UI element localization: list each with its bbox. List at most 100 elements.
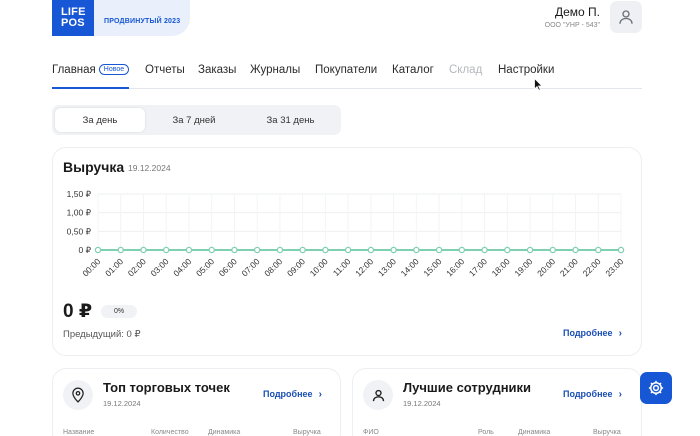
revenue-chart: 0 ₽ 0,50 ₽ 1,00 ₽ 1,50 ₽ 00:00 01:00 02:00 03:0… — [67, 189, 626, 278]
revenue-value: 0 ₽ — [63, 301, 93, 322]
y-tick-label: 1,00 ₽ — [67, 208, 92, 218]
x-tick-label: 09:00 — [285, 256, 307, 278]
x-tick-label: 10:00 — [308, 256, 330, 278]
x-tick-label: 00:00 — [80, 256, 102, 278]
data-point — [504, 246, 511, 254]
x-tick-label: 03:00 — [149, 256, 171, 278]
data-point — [231, 246, 238, 254]
tab-warehouse: Склад — [449, 64, 483, 76]
x-tick-label: 04:00 — [171, 256, 193, 278]
avatar-button[interactable] — [610, 1, 642, 33]
revenue-previous: Предыдущий: 0 ₽ — [63, 329, 141, 340]
x-tick-label: 06:00 — [217, 256, 239, 278]
header: LIFE POS ПРОДВИНУТЫЙ 2023 Демо П. ООО "У… — [0, 0, 700, 44]
x-tick-label: 12:00 — [353, 256, 375, 278]
tab-home-label: Главная — [52, 64, 96, 76]
tab-settings[interactable]: Настройки — [498, 64, 554, 76]
x-tick-label: 22:00 — [581, 256, 603, 278]
brand-block[interactable]: LIFE POS ПРОДВИНУТЫЙ 2023 — [52, 0, 190, 36]
data-point — [253, 246, 261, 254]
chevron-right-icon: › — [618, 328, 622, 339]
chevron-right-icon: › — [318, 389, 322, 400]
data-point — [299, 246, 306, 254]
data-point — [435, 246, 443, 254]
logo: LIFE POS — [52, 0, 94, 36]
data-point — [595, 246, 602, 254]
data-point — [140, 246, 147, 254]
column-header: Динамика — [208, 429, 241, 436]
data-point — [276, 246, 284, 254]
data-point — [344, 246, 352, 254]
x-tick-label: 08:00 — [262, 256, 284, 278]
data-point — [413, 246, 420, 254]
location-pin-icon — [72, 387, 84, 403]
x-tick-label: 14:00 — [399, 256, 421, 278]
period-7-days-button[interactable]: За 7 дней — [148, 108, 240, 132]
data-point — [549, 246, 557, 254]
settings-fab-button[interactable] — [640, 372, 672, 404]
tab-catalog[interactable]: Каталог — [392, 64, 434, 76]
data-point — [322, 246, 329, 254]
best-staff-more-label: Подробнее — [563, 389, 613, 399]
period-day-button[interactable]: За день — [55, 108, 145, 132]
x-tick-label: 02:00 — [126, 256, 148, 278]
period-selector: За день За 7 дней За 31 день — [52, 105, 341, 135]
chevron-right-icon: › — [618, 389, 622, 400]
best-staff-more-link[interactable]: Подробнее › — [563, 389, 622, 400]
x-tick-label: 07:00 — [239, 256, 261, 278]
tab-home[interactable]: Главная Новое — [52, 64, 130, 76]
user-org: ООО "УНР - 543" — [544, 22, 600, 29]
top-stores-title: Топ торговых точек — [103, 380, 230, 395]
revenue-more-label: Подробнее — [563, 328, 613, 338]
data-point — [94, 246, 102, 254]
column-header: Динамика — [518, 429, 551, 436]
user-info[interactable]: Демо П. ООО "УНР - 543" — [545, 5, 600, 29]
data-point — [458, 246, 466, 254]
staff-icon-circle — [363, 380, 393, 410]
plan-label: ПРОДВИНУТЫЙ 2023 — [104, 18, 181, 25]
data-point — [390, 246, 397, 254]
user-icon — [619, 10, 633, 24]
x-tick-label: 18:00 — [490, 256, 512, 278]
tab-orders[interactable]: Заказы — [198, 64, 236, 76]
column-header: Роль — [478, 429, 494, 436]
period-31-days-button[interactable]: За 31 день — [243, 108, 338, 132]
x-tick-label: 21:00 — [558, 256, 580, 278]
tab-reports[interactable]: Отчеты — [145, 64, 185, 76]
top-stores-date: 19.12.2024 — [103, 399, 141, 408]
y-tick-label: 1,50 ₽ — [67, 189, 92, 199]
top-stores-card: Топ торговых точек 19.12.2024 Подробнее ›… — [52, 368, 341, 436]
data-point — [481, 246, 488, 254]
data-point — [117, 246, 124, 254]
x-tick-label: 20:00 — [535, 256, 557, 278]
mouse-cursor — [534, 78, 543, 91]
top-stores-more-label: Подробнее — [263, 389, 313, 399]
data-point — [617, 246, 625, 254]
data-point — [367, 246, 375, 254]
x-tick-label: 16:00 — [444, 256, 466, 278]
x-tick-label: 17:00 — [467, 256, 489, 278]
logo-line-2: POS — [61, 17, 85, 29]
best-staff-card: Лучшие сотрудники 19.12.2024 Подробнее › … — [352, 368, 642, 436]
store-icon-circle — [63, 380, 93, 410]
x-tick-label: 23:00 — [603, 256, 625, 278]
best-staff-date: 19.12.2024 — [403, 399, 441, 408]
data-point — [185, 246, 193, 254]
tab-journals[interactable]: Журналы — [250, 64, 300, 76]
column-header: ФИО — [363, 429, 379, 436]
gear-icon — [648, 380, 664, 396]
column-header: Название — [63, 429, 95, 436]
x-tick-label: 19:00 — [512, 256, 534, 278]
x-tick-label: 05:00 — [194, 256, 216, 278]
y-tick-label: 0 ₽ — [79, 245, 92, 255]
column-header: Выручка — [593, 429, 621, 436]
tab-customers[interactable]: Покупатели — [315, 64, 377, 76]
data-point — [208, 246, 215, 254]
x-tick-label: 13:00 — [376, 256, 398, 278]
top-stores-more-link[interactable]: Подробнее › — [263, 389, 322, 400]
x-tick-label: 11:00 — [331, 256, 353, 278]
revenue-more-link[interactable]: Подробнее › — [563, 328, 622, 339]
user-icon — [372, 389, 384, 401]
main-nav: Главная Новое Отчеты Заказы Журналы Покуп… — [52, 62, 642, 89]
data-point — [526, 246, 534, 254]
